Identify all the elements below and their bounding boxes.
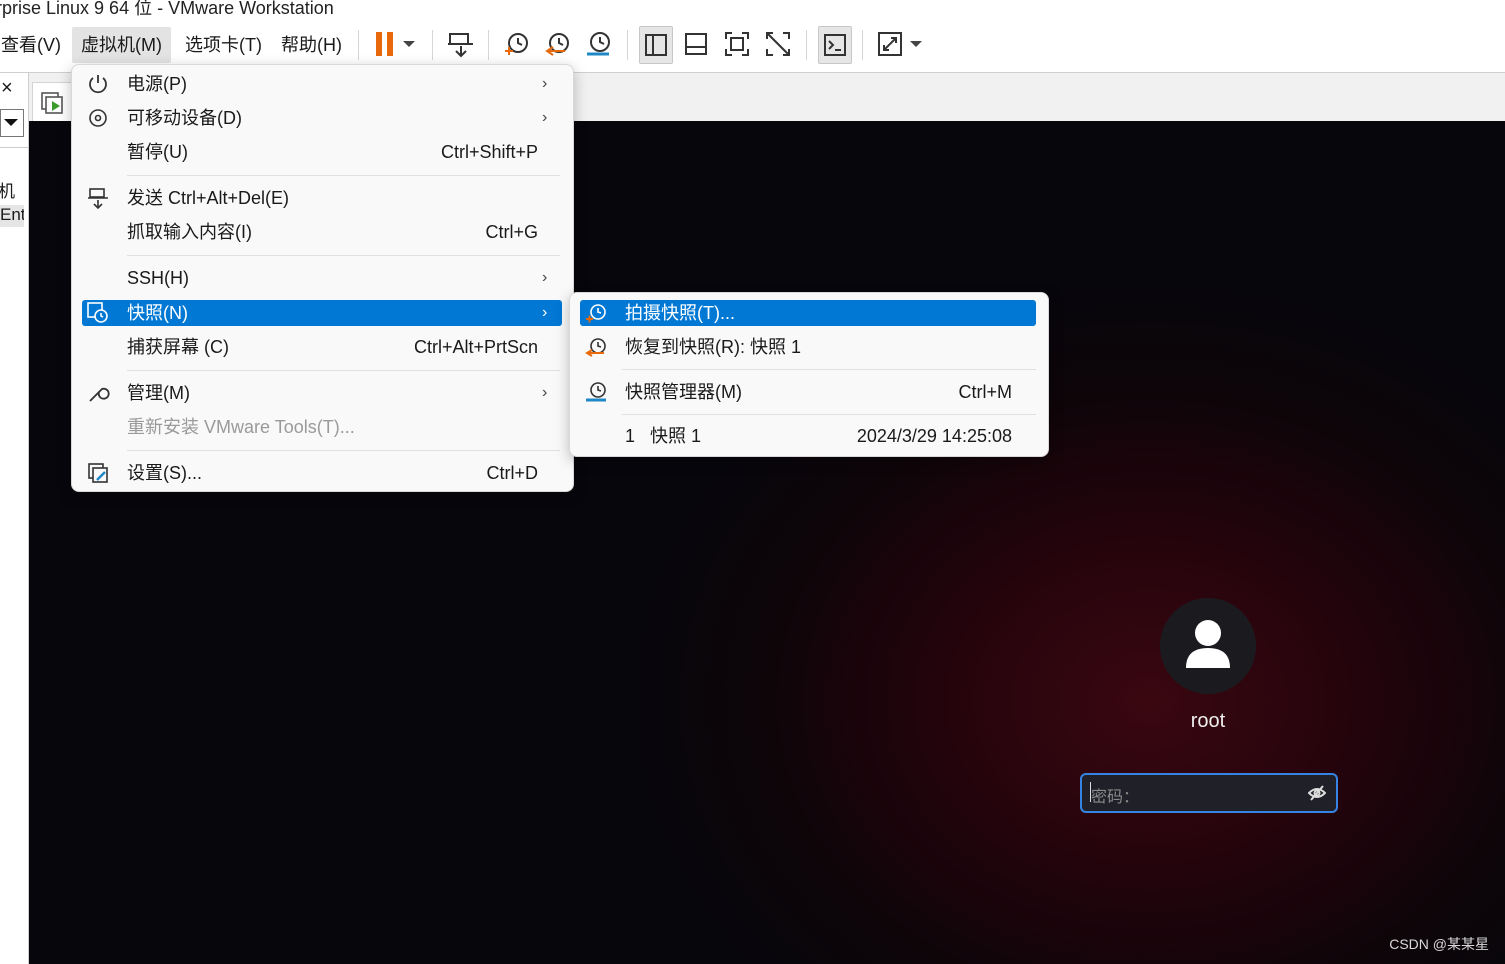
console-icon[interactable]: [818, 26, 852, 64]
menu-vm[interactable]: 虚拟机(M): [72, 27, 171, 63]
take-snapshot-icon[interactable]: [500, 26, 532, 62]
thumbnail-view-icon[interactable]: [680, 26, 712, 62]
library-item-selected[interactable]: Ent: [0, 205, 24, 227]
revert-snapshot-icon: [585, 338, 606, 357]
user-avatar[interactable]: [1160, 598, 1256, 694]
user-icon: [1186, 620, 1230, 668]
menu-item-snapshot[interactable]: 快照(N) ›: [82, 300, 562, 326]
power-icon: [89, 75, 107, 94]
menu-item-settings[interactable]: 设置(S)... Ctrl+D: [82, 460, 562, 486]
unity-icon[interactable]: [762, 26, 794, 62]
library-pane: × 机 Ent: [0, 73, 29, 964]
snapshot-submenu: 拍摄快照(T)... 恢复到快照(R): 快照 1 快照管理器(M) Ctrl+…: [569, 292, 1049, 457]
tab-home[interactable]: [32, 82, 74, 123]
menu-view[interactable]: 查看(V): [0, 27, 70, 63]
fullscreen-icon[interactable]: [721, 26, 753, 62]
removable-device-icon: [89, 109, 107, 127]
settings-icon: [88, 463, 108, 483]
vm-tab-icon: [41, 92, 63, 114]
menu-item-power[interactable]: 电源(P) ›: [82, 71, 562, 97]
menu-item-send-ctrl-alt-del[interactable]: 发送 Ctrl+Alt+Del(E): [82, 185, 562, 211]
password-field[interactable]: 密码：: [1080, 773, 1338, 813]
library-dropdown[interactable]: [0, 109, 24, 137]
snapshot-manager-icon: [586, 382, 606, 402]
menu-item-grab-input[interactable]: 抓取输入内容(I) Ctrl+G: [82, 219, 562, 245]
menu-item-reinstall-tools: 重新安装 VMware Tools(T)...: [127, 417, 355, 437]
menu-help[interactable]: 帮助(H): [272, 27, 351, 63]
password-placeholder: 密码：: [1091, 789, 1140, 806]
close-icon[interactable]: ×: [1, 77, 13, 100]
send-keys-icon: [88, 188, 108, 210]
menu-tabs[interactable]: 选项卡(T): [176, 27, 271, 63]
dropdown-arrow-icon[interactable]: [904, 26, 928, 62]
library-view-icon[interactable]: [639, 26, 673, 64]
menu-item-pause[interactable]: 暂停(U) Ctrl+Shift+P: [82, 139, 562, 165]
menu-item-capture-screen[interactable]: 捕获屏幕 (C) Ctrl+Alt+PrtScn: [82, 334, 562, 360]
menu-item-removable-devices[interactable]: 可移动设备(D) ›: [82, 105, 562, 131]
menu-item-revert-snapshot[interactable]: 恢复到快照(R): 快照 1: [580, 334, 1036, 360]
library-item-text[interactable]: 机: [0, 177, 15, 202]
menu-item-snapshot-manager[interactable]: 快照管理器(M) Ctrl+M: [580, 379, 1036, 405]
menu-item-snapshot-entry[interactable]: 1 快照 1 2024/3/29 14:25:08: [580, 423, 1036, 449]
take-snapshot-icon: [586, 304, 606, 323]
menu-item-take-snapshot[interactable]: 拍摄快照(T)...: [580, 300, 1036, 326]
watermark: CSDN @某某星: [1389, 936, 1489, 952]
dropdown-arrow-icon[interactable]: [397, 26, 421, 62]
wrench-icon: [89, 387, 110, 402]
hide-password-icon[interactable]: [1308, 784, 1326, 802]
send-ctrl-alt-del-icon[interactable]: [445, 26, 477, 62]
username-label: root: [1190, 710, 1226, 732]
window-title: rprise Linux 9 64 位 - VMware Workstation: [0, 0, 334, 18]
revert-snapshot-icon[interactable]: [541, 26, 573, 62]
stretch-icon[interactable]: [874, 26, 906, 62]
menu-item-manage[interactable]: 管理(M) ›: [82, 380, 562, 406]
title-bar: rprise Linux 9 64 位 - VMware Workstation: [0, 0, 1505, 18]
vm-menu: 电源(P) › 可移动设备(D) › 暂停(U) Ctrl+Shift+P 发送…: [71, 64, 574, 492]
snapshot-manager-icon[interactable]: [582, 26, 614, 62]
menu-item-ssh[interactable]: SSH(H) ›: [82, 265, 562, 291]
snapshot-icon: [87, 302, 108, 323]
